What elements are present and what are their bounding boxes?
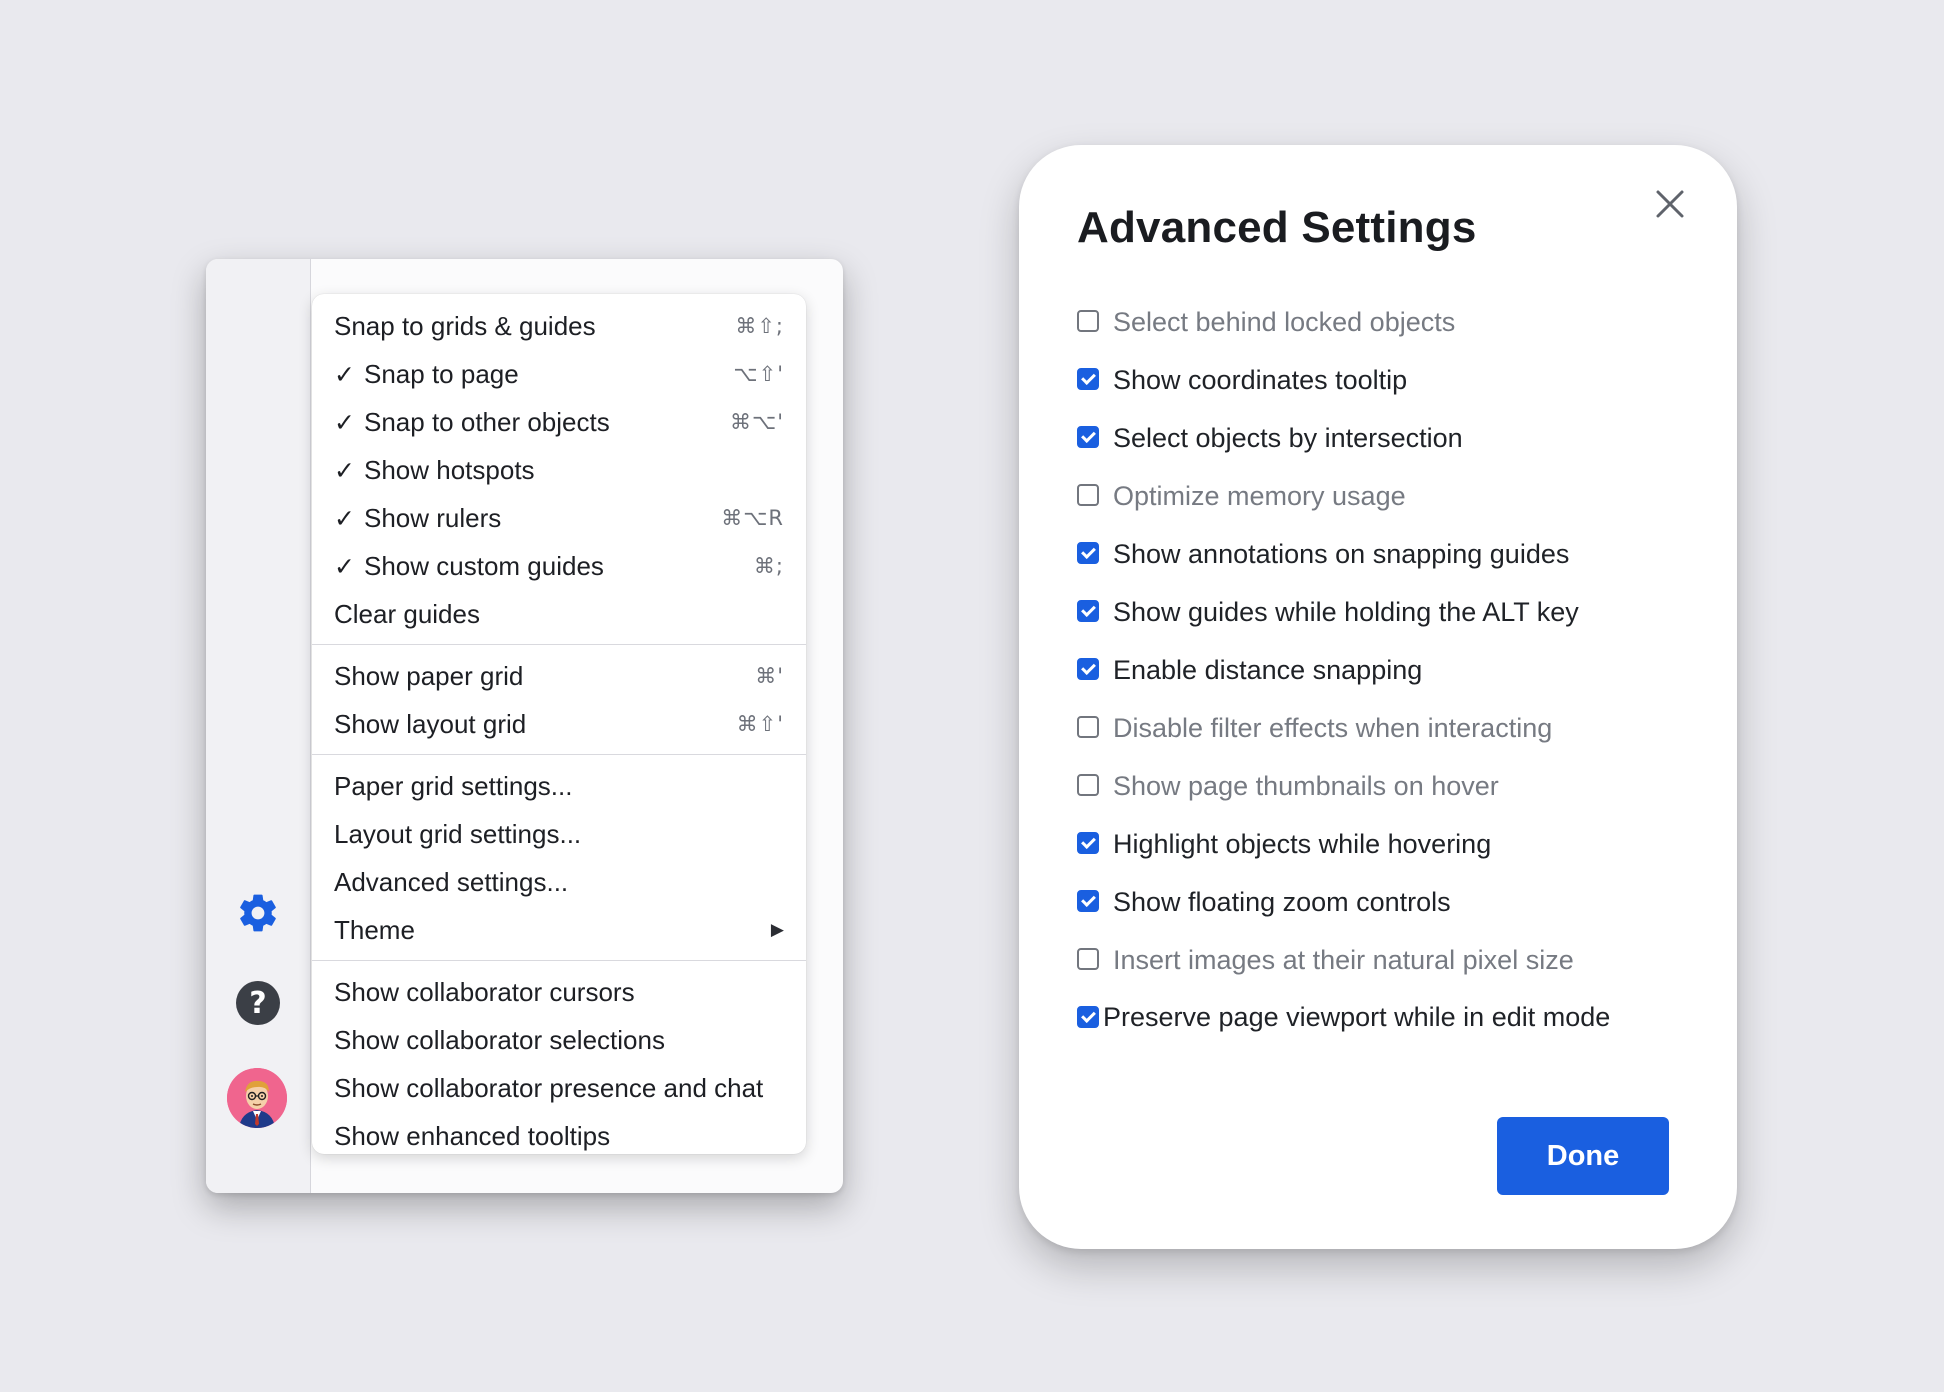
- checkbox-unchecked[interactable]: [1077, 948, 1099, 970]
- setting-option-label: Preserve page viewport while in edit mod…: [1103, 1002, 1611, 1032]
- menu-item-show-collaborator-presence[interactable]: Show collaborator presence and chat: [312, 1064, 806, 1112]
- setting-option[interactable]: Preserve page viewport while in edit mod…: [1077, 1001, 1697, 1037]
- setting-option-label: Insert images at their natural pixel siz…: [1113, 945, 1574, 975]
- checkbox-checked[interactable]: [1077, 1006, 1099, 1028]
- checkbox-unchecked[interactable]: [1077, 310, 1099, 332]
- menu-divider: [312, 960, 806, 961]
- menu-divider: [312, 754, 806, 755]
- setting-option-label: Optimize memory usage: [1113, 481, 1406, 511]
- setting-option-label: Enable distance snapping: [1113, 655, 1423, 685]
- setting-option[interactable]: Optimize memory usage: [1077, 479, 1697, 537]
- setting-option[interactable]: Disable filter effects when interacting: [1077, 711, 1697, 769]
- menu-item-advanced-settings[interactable]: Advanced settings...: [312, 858, 806, 906]
- menu-item-show-layout-grid[interactable]: Show layout grid ⌘⇧': [312, 700, 806, 748]
- setting-option[interactable]: Show coordinates tooltip: [1077, 363, 1697, 421]
- settings-button[interactable]: [234, 891, 282, 939]
- shortcut-label: ⌘⌥': [730, 410, 784, 434]
- menu-divider: [312, 644, 806, 645]
- menu-item-layout-grid-settings[interactable]: Layout grid settings...: [312, 810, 806, 858]
- avatar[interactable]: [226, 1067, 288, 1129]
- user-avatar-image: [227, 1068, 287, 1128]
- menu-item-paper-grid-settings[interactable]: Paper grid settings...: [312, 762, 806, 810]
- checkbox-checked[interactable]: [1077, 832, 1099, 854]
- close-button[interactable]: [1649, 185, 1691, 227]
- menu-item-snap-to-other-objects[interactable]: ✓ Snap to other objects ⌘⌥': [312, 398, 806, 446]
- setting-option-label: Show coordinates tooltip: [1113, 365, 1408, 395]
- setting-option-label: Show guides while holding the ALT key: [1113, 597, 1579, 627]
- checkmark-icon: ✓: [334, 455, 355, 485]
- help-button[interactable]: ?: [234, 979, 282, 1027]
- checkbox-unchecked[interactable]: [1077, 774, 1099, 796]
- submenu-arrow-icon: ▶: [770, 920, 784, 939]
- shortcut-label: ⌥⇧': [733, 362, 784, 386]
- dialog-title: Advanced Settings: [1077, 203, 1477, 252]
- menu-item-clear-guides[interactable]: Clear guides: [312, 590, 806, 638]
- close-icon: [1655, 189, 1685, 224]
- checkbox-unchecked[interactable]: [1077, 716, 1099, 738]
- setting-option-label: Show annotations on snapping guides: [1113, 539, 1570, 569]
- setting-option-label: Show page thumbnails on hover: [1113, 771, 1499, 801]
- checkbox-checked[interactable]: [1077, 542, 1099, 564]
- shortcut-label: ⌘;: [753, 554, 784, 578]
- setting-option[interactable]: Show guides while holding the ALT key: [1077, 595, 1697, 653]
- menu-item-show-custom-guides[interactable]: ✓ Show custom guides ⌘;: [312, 542, 806, 590]
- setting-option-label: Highlight objects while hovering: [1113, 829, 1492, 859]
- checkmark-icon: ✓: [334, 503, 355, 533]
- advanced-settings-dialog: Advanced Settings Select behind locked o…: [1019, 145, 1737, 1249]
- setting-option[interactable]: Insert images at their natural pixel siz…: [1077, 943, 1697, 1001]
- view-menu: Snap to grids & guides ⌘⇧; ✓ Snap to pag…: [312, 294, 806, 1154]
- checkbox-checked[interactable]: [1077, 600, 1099, 622]
- checkmark-icon: ✓: [334, 551, 355, 581]
- app-panel: ? Snap to grids & guides ⌘⇧; ✓ Snap to p…: [206, 259, 843, 1193]
- setting-option-label: Show floating zoom controls: [1113, 887, 1451, 917]
- setting-option[interactable]: Select behind locked objects: [1077, 305, 1697, 363]
- shortcut-label: ⌘⇧;: [735, 314, 784, 338]
- menu-item-snap-to-grids-guides[interactable]: Snap to grids & guides ⌘⇧;: [312, 302, 806, 350]
- setting-option[interactable]: Show page thumbnails on hover: [1077, 769, 1697, 827]
- shortcut-label: ⌘⇧': [736, 712, 784, 736]
- setting-option[interactable]: Show floating zoom controls: [1077, 885, 1697, 943]
- checkbox-checked[interactable]: [1077, 426, 1099, 448]
- setting-option-label: Select objects by intersection: [1113, 423, 1463, 453]
- menu-item-show-rulers[interactable]: ✓ Show rulers ⌘⌥R: [312, 494, 806, 542]
- menu-item-show-collaborator-selections[interactable]: Show collaborator selections: [312, 1016, 806, 1064]
- checkmark-icon: ✓: [334, 407, 355, 437]
- shortcut-label: ⌘': [755, 664, 784, 688]
- checkbox-checked[interactable]: [1077, 368, 1099, 390]
- menu-item-show-paper-grid[interactable]: Show paper grid ⌘': [312, 652, 806, 700]
- checkmark-icon: ✓: [334, 359, 355, 389]
- done-button[interactable]: Done: [1497, 1117, 1669, 1195]
- menu-item-snap-to-page[interactable]: ✓ Snap to page ⌥⇧': [312, 350, 806, 398]
- checkbox-unchecked[interactable]: [1077, 484, 1099, 506]
- side-rail: ?: [206, 259, 311, 1193]
- settings-options-list: Select behind locked objects Show coordin…: [1077, 305, 1697, 1037]
- checkbox-checked[interactable]: [1077, 890, 1099, 912]
- menu-item-show-collaborator-cursors[interactable]: Show collaborator cursors: [312, 968, 806, 1016]
- menu-item-show-enhanced-tooltips[interactable]: Show enhanced tooltips: [312, 1112, 806, 1160]
- shortcut-label: ⌘⌥R: [721, 506, 784, 530]
- gear-icon: [236, 891, 280, 940]
- menu-item-theme[interactable]: Theme ▶: [312, 906, 806, 954]
- help-icon: ?: [236, 981, 280, 1025]
- setting-option[interactable]: Highlight objects while hovering: [1077, 827, 1697, 885]
- menu-item-show-hotspots[interactable]: ✓ Show hotspots: [312, 446, 806, 494]
- setting-option[interactable]: Select objects by intersection: [1077, 421, 1697, 479]
- setting-option-label: Disable filter effects when interacting: [1113, 713, 1553, 743]
- setting-option-label: Select behind locked objects: [1113, 307, 1456, 337]
- setting-option[interactable]: Enable distance snapping: [1077, 653, 1697, 711]
- checkbox-checked[interactable]: [1077, 658, 1099, 680]
- setting-option[interactable]: Show annotations on snapping guides: [1077, 537, 1697, 595]
